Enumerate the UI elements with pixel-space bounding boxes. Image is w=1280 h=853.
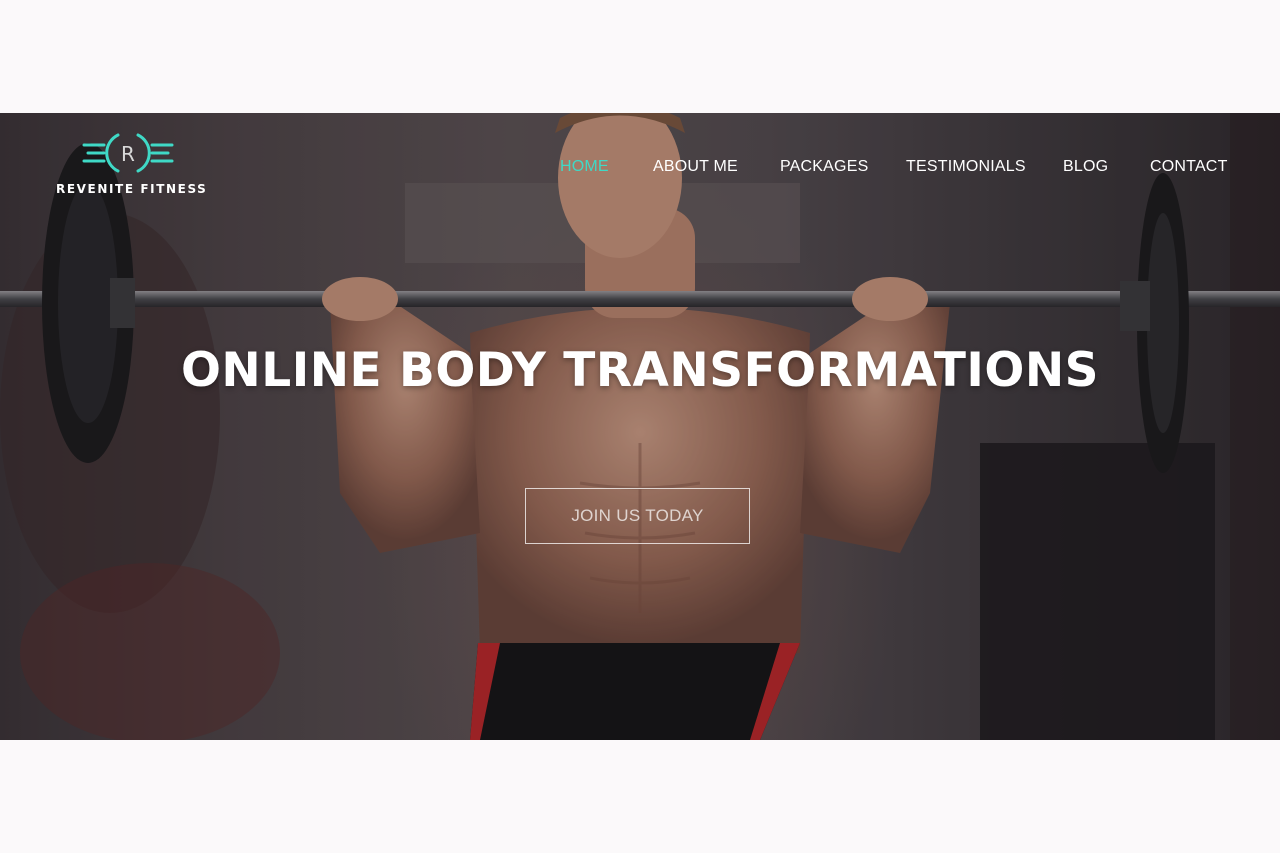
hero-headline: ONLINE BODY TRANSFORMATIONS [180, 343, 1100, 398]
nav-item-packages[interactable]: PACKAGES [780, 158, 868, 176]
hero-banner: R REVENITE FITNESS HOME ABOUT ME PACKAGE… [0, 113, 1280, 740]
nav-item-home[interactable]: HOME [560, 158, 609, 176]
hero-overlay [0, 113, 1280, 740]
nav-item-blog[interactable]: BLOG [1063, 158, 1108, 176]
page: R REVENITE FITNESS HOME ABOUT ME PACKAGE… [0, 0, 1280, 853]
brand-logo[interactable]: R REVENITE FITNESS [56, 129, 206, 201]
nav-item-contact[interactable]: CONTACT [1150, 158, 1228, 176]
logo-mark-icon: R [82, 133, 174, 173]
logo-letter: R [121, 142, 135, 166]
nav-item-testimonials[interactable]: TESTIMONIALS [906, 158, 1026, 176]
brand-name: REVENITE FITNESS [56, 182, 208, 196]
nav-item-about-me[interactable]: ABOUT ME [653, 158, 738, 176]
join-us-button[interactable]: JOIN US TODAY [525, 488, 750, 544]
